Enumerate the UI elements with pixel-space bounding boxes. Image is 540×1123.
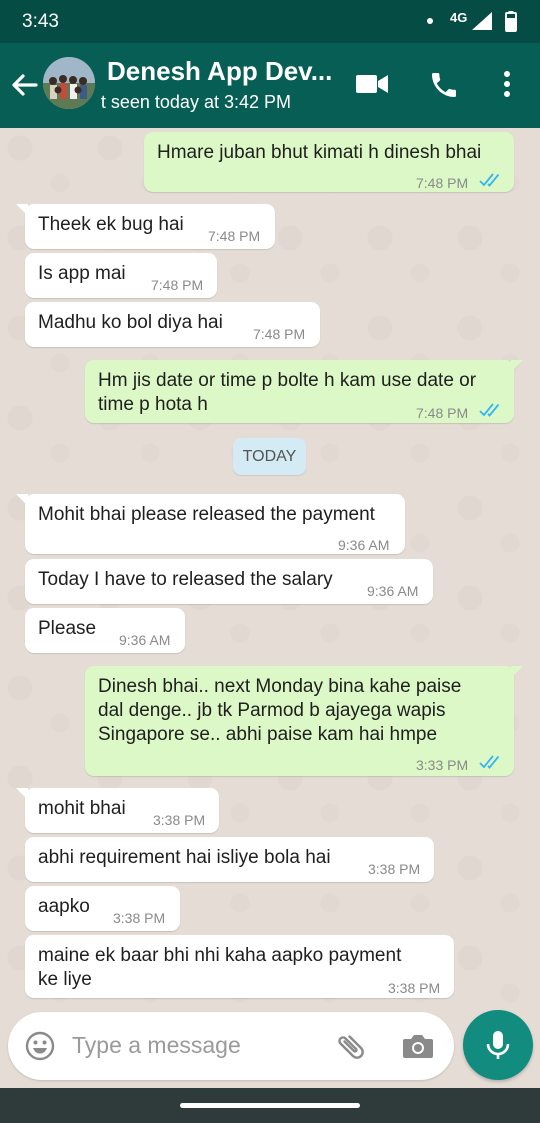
incoming-message[interactable]: Theek ek bug hai 7:48 PM — [16, 204, 275, 249]
battery-icon — [505, 11, 517, 32]
double-check-icon — [479, 755, 500, 769]
incoming-message[interactable]: aapko 3:38 PM — [25, 886, 180, 931]
back-arrow-icon[interactable] — [8, 69, 40, 101]
video-call-icon[interactable] — [355, 69, 389, 99]
more-vert-icon[interactable] — [497, 69, 517, 101]
double-check-icon — [479, 173, 500, 187]
voice-record-button[interactable] — [463, 1010, 533, 1080]
message-list[interactable]: Hmare juban bhut kimati h dinesh bhai 7:… — [0, 128, 540, 1008]
incoming-message[interactable]: maine ek baar bhi nhi kaha aapko payment… — [25, 935, 454, 998]
emoji-icon[interactable] — [24, 1030, 56, 1062]
incoming-message[interactable]: abhi requirement hai isliye bola hai 3:3… — [25, 837, 434, 882]
message-input[interactable]: Type a message — [72, 1032, 241, 1059]
message-composer[interactable]: Type a message — [8, 1012, 454, 1080]
last-seen-status: last seen today at 3:42 PM — [101, 92, 291, 112]
incoming-message[interactable]: Is app mai 7:48 PM — [25, 253, 217, 298]
avatar[interactable] — [43, 57, 95, 109]
incoming-message[interactable]: Please 9:36 AM — [25, 608, 185, 653]
home-gesture-bar[interactable] — [180, 1103, 360, 1108]
incoming-message[interactable]: Madhu ko bol diya hai 7:48 PM — [25, 302, 320, 347]
phone-icon[interactable] — [428, 69, 460, 101]
outgoing-message[interactable]: Hm jis date or time p bolte h kam use da… — [85, 360, 523, 423]
status-time: 3:43 — [22, 11, 59, 32]
chat-title[interactable]: Denesh App Dev... — [107, 56, 332, 87]
incoming-message[interactable]: mohit bhai 3:38 PM — [16, 788, 219, 833]
incoming-message[interactable]: Mohit bhai please released the payment 9… — [16, 494, 405, 554]
attach-icon[interactable] — [334, 1030, 368, 1064]
camera-icon[interactable] — [401, 1030, 435, 1062]
outgoing-message[interactable]: Dinesh bhai.. next Monday bina kahe pais… — [85, 666, 523, 776]
date-divider: TODAY — [233, 438, 306, 475]
network-type: 4G — [450, 10, 468, 25]
status-bar: 3:43 4G — [0, 0, 540, 43]
chat-header: Denesh App Dev... last seen today at 3:4… — [0, 43, 540, 128]
outgoing-message[interactable]: Hmare juban bhut kimati h dinesh bhai 7:… — [144, 132, 514, 192]
double-check-icon — [479, 403, 500, 417]
system-navigation-bar — [0, 1088, 540, 1123]
mic-icon — [486, 1031, 510, 1059]
incoming-message[interactable]: Today I have to released the salary 9:36… — [25, 559, 433, 604]
signal-icon — [472, 12, 492, 30]
notification-dot-icon — [427, 18, 433, 24]
